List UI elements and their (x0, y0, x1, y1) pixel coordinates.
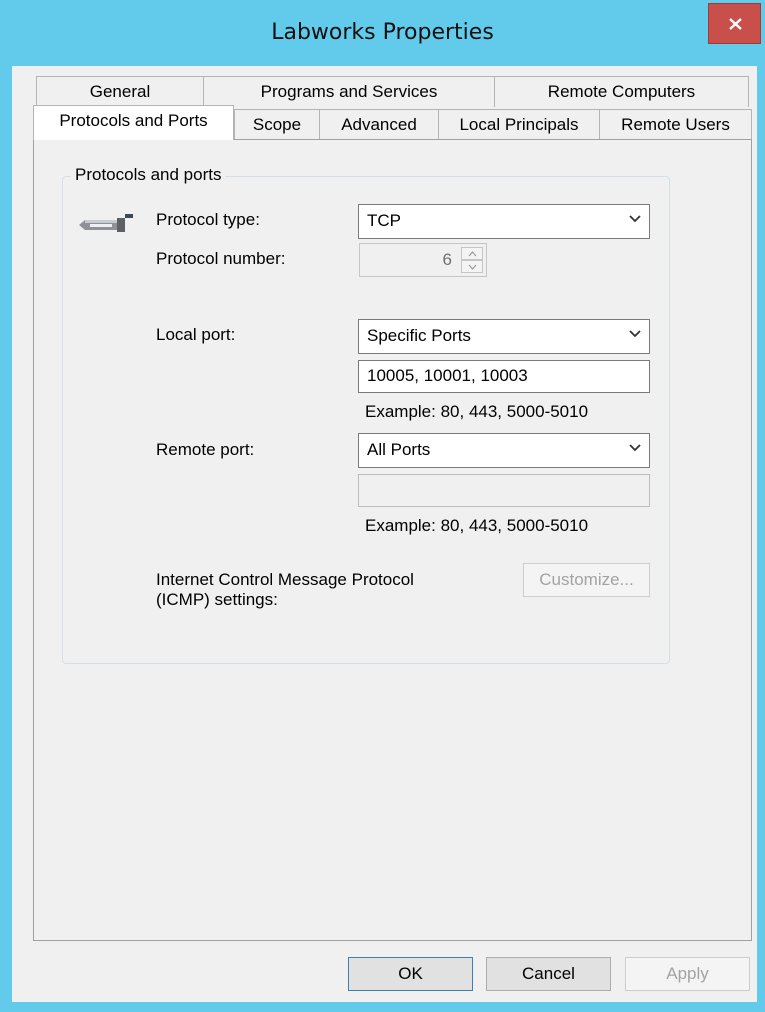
close-icon (729, 18, 742, 30)
chevron-down-icon (629, 215, 641, 223)
tab-local-principals[interactable]: Local Principals (438, 109, 600, 140)
tab-remote-computers[interactable]: Remote Computers (494, 76, 749, 107)
remote-port-dropdown[interactable]: All Ports (358, 433, 650, 468)
spinner-down-button[interactable] (461, 260, 483, 273)
protocol-type-label: Protocol type: (156, 210, 260, 229)
tab-protocols-and-ports[interactable]: Protocols and Ports (33, 105, 234, 140)
local-port-dropdown[interactable]: Specific Ports (358, 319, 650, 354)
tab-scope[interactable]: Scope (234, 109, 320, 140)
title-bar[interactable]: Labworks Properties (0, 0, 765, 70)
group-title: Protocols and ports (71, 165, 226, 185)
ok-button[interactable]: OK (348, 957, 473, 991)
remote-port-example: Example: 80, 443, 5000-5010 (365, 516, 589, 535)
tab-panel-protocols-and-ports: Protocols and ports Protocol type: TCP P… (33, 139, 752, 941)
protocols-and-ports-group: Protocols and ports Protocol type: TCP P… (62, 165, 670, 664)
local-ports-input[interactable]: 10005, 10001, 10003 (358, 360, 650, 393)
chevron-up-icon (468, 251, 477, 257)
apply-button[interactable]: Apply (625, 957, 750, 991)
icmp-label-line2: (ICMP) settings: (156, 590, 278, 609)
close-button[interactable] (708, 3, 761, 44)
tab-advanced[interactable]: Advanced (319, 109, 439, 140)
local-port-example: Example: 80, 443, 5000-5010 (365, 402, 589, 421)
local-ports-value: 10005, 10001, 10003 (367, 366, 528, 385)
local-port-value: Specific Ports (367, 326, 471, 345)
protocol-number-label: Protocol number: (156, 249, 286, 268)
chevron-down-icon (629, 330, 641, 338)
protocol-number-value: 6 (442, 250, 452, 269)
protocol-type-dropdown[interactable]: TCP (358, 204, 650, 239)
protocol-type-value: TCP (367, 211, 401, 230)
protocol-number-spinner[interactable]: 6 (359, 243, 487, 277)
local-port-label: Local port: (156, 325, 236, 344)
tab-general[interactable]: General (36, 76, 204, 107)
properties-window: Labworks Properties General Programs and… (0, 0, 765, 1012)
customize-button[interactable]: Customize... (523, 563, 650, 597)
spinner-up-button[interactable] (461, 247, 483, 260)
remote-ports-input[interactable] (358, 474, 650, 507)
tab-remote-users[interactable]: Remote Users (599, 109, 752, 140)
dialog-client-area: General Programs and Services Remote Com… (12, 66, 757, 1002)
chevron-down-icon (629, 444, 641, 452)
tab-programs-and-services[interactable]: Programs and Services (203, 76, 495, 107)
cancel-button[interactable]: Cancel (486, 957, 611, 991)
network-plug-icon (79, 214, 133, 232)
remote-port-value: All Ports (367, 440, 431, 459)
icmp-label-line1: Internet Control Message Protocol (156, 570, 414, 589)
icmp-settings-label: Internet Control Message Protocol (ICMP)… (156, 570, 414, 610)
chevron-down-icon (468, 264, 477, 270)
remote-port-label: Remote port: (156, 440, 255, 459)
window-title: Labworks Properties (271, 20, 494, 45)
